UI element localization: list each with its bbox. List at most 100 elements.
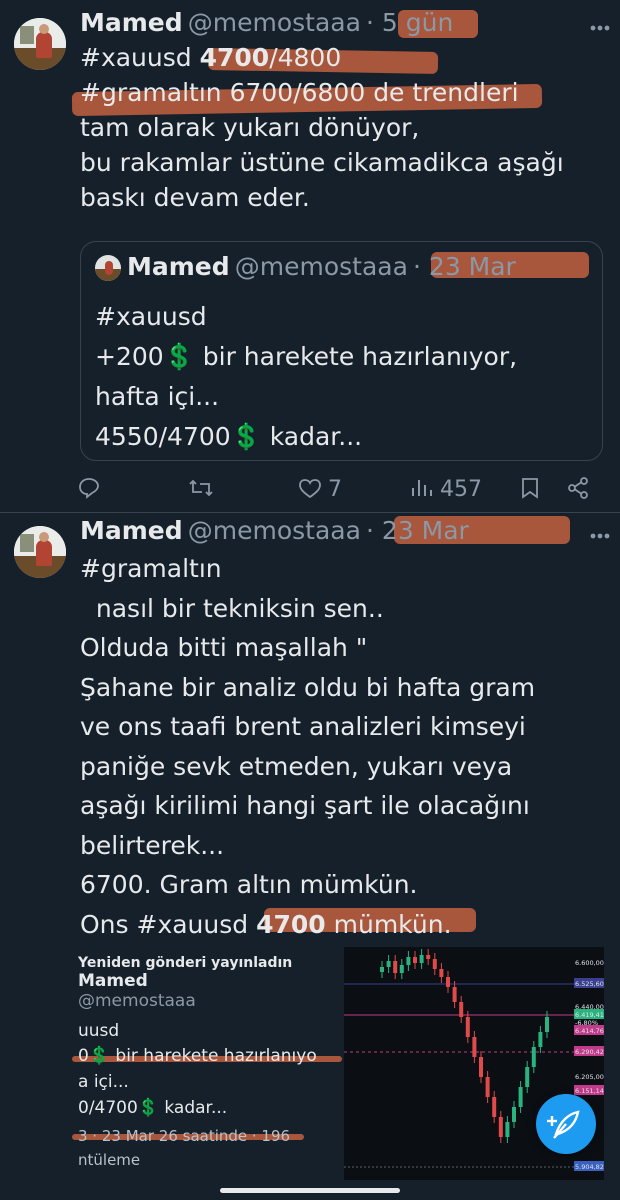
text-segment: 0 <box>78 1046 89 1066</box>
text-line: ve ons taafi brent analizleri kimseyi <box>80 712 526 741</box>
quote-text: #xauusd +200💲 bir harekete hazırlanıyor,… <box>95 297 517 457</box>
tweet-header: Mamed @memostaaa · 5 gün <box>80 8 453 37</box>
text-line: Olduda bitti maşallah " <box>80 633 368 662</box>
text-segment: +200 <box>95 342 164 371</box>
avatar <box>95 255 121 281</box>
candle <box>472 1037 477 1057</box>
price-label: 6.525,60 <box>575 980 604 988</box>
candles <box>380 949 549 1143</box>
text-segment: mümkün <box>325 909 444 939</box>
text-segment: 0/4700 <box>78 1098 138 1118</box>
highlight-number: 4700 <box>199 43 270 72</box>
candle <box>531 1047 536 1067</box>
text-segment: kadar... <box>261 422 363 451</box>
text-line: nasıl bir tekniksin sen.. <box>80 593 384 623</box>
candle <box>512 1107 516 1122</box>
text-line: hafta içi... <box>95 382 220 411</box>
candle <box>498 1117 503 1137</box>
like-icon[interactable] <box>299 479 321 499</box>
text-segment: kadar... <box>158 1098 228 1118</box>
price-label: 6.600,00 <box>575 959 604 967</box>
candle <box>465 1017 470 1037</box>
text-line: tam olarak yukarı dönüyor, <box>80 113 420 142</box>
repost-label: Yeniden gönderi yayınladın <box>78 955 293 971</box>
quote-time: · 23 Mar <box>413 252 516 281</box>
hashtag-link[interactable]: #gramaltın <box>80 549 535 589</box>
candle <box>439 969 444 977</box>
author-handle[interactable]: @memostaaa <box>188 8 361 37</box>
candle <box>419 955 424 963</box>
view-count: 457 <box>440 477 482 502</box>
price-label: 6.290,42 <box>575 1048 604 1056</box>
author-name[interactable]: Mamed <box>80 8 183 37</box>
embed-text-line: uusd <box>78 1021 120 1041</box>
candle <box>452 987 457 1002</box>
text-line: #xauusd <box>95 302 207 331</box>
more-options-icon[interactable] <box>590 526 610 546</box>
candle <box>399 965 404 973</box>
dollar-icon: 💲 <box>137 1098 159 1118</box>
candle <box>432 959 437 969</box>
text-segment: bir harekete hazırlanıyo <box>110 1046 317 1066</box>
author-handle[interactable]: @memostaaa <box>188 516 361 545</box>
dollar-icon: 💲 <box>163 342 195 371</box>
embed-timestamp: 3 · 23 Mar 26 saatinde · 196 <box>78 1127 291 1145</box>
text-segment: bir harekete hazırlanıyor, <box>194 342 518 371</box>
text-segment: Ons #xauusd <box>80 909 257 939</box>
quoted-tweet[interactable]: Mamed @memostaaa · 23 Mar #xauusd +200💲 … <box>80 241 603 461</box>
tweet-time[interactable]: · 5 gün <box>366 8 453 37</box>
price-label: 6.414,76 <box>575 1027 604 1035</box>
compose-post-button[interactable] <box>536 1094 596 1154</box>
views-icon[interactable] <box>410 478 432 498</box>
text-line: belirterek... <box>80 830 225 860</box>
avatar[interactable] <box>14 526 66 578</box>
text-segment: . <box>443 909 452 939</box>
bookmark-icon[interactable] <box>521 477 539 499</box>
price-label: 5.904,82 <box>575 1163 604 1171</box>
text-segment: 4550/4700 <box>95 422 231 451</box>
embed-author-handle: @memostaaa <box>78 991 196 1011</box>
home-indicator <box>220 1188 400 1193</box>
candle <box>459 1002 464 1017</box>
like-count: 7 <box>328 477 342 502</box>
share-icon[interactable] <box>567 477 589 499</box>
text-line: bu rakamlar üstüne cikamadikca aşağı <box>80 148 564 177</box>
candle <box>485 1077 490 1097</box>
candle <box>525 1067 530 1087</box>
repost-icon[interactable] <box>188 478 214 498</box>
candle <box>406 957 411 965</box>
price-label: 6.419,41 <box>575 1011 604 1019</box>
candle <box>538 1032 543 1047</box>
price-label: 6.205,00 <box>575 1073 604 1081</box>
embed-views-label: ntüleme <box>78 1151 141 1169</box>
feather-icon <box>547 1110 580 1139</box>
reply-icon[interactable] <box>78 477 100 499</box>
candle <box>380 967 384 972</box>
text-line: Şahane bir analiz oldu bi hafta gram <box>80 672 536 702</box>
dollar-icon: 💲 <box>88 1046 110 1066</box>
candle <box>426 955 431 959</box>
highlight-number: 4700 <box>256 909 326 939</box>
dollar-icon: 💲 <box>230 422 262 451</box>
candle <box>492 1097 497 1117</box>
text-line: #gramaltın 6700/6800 de trendleri <box>80 78 519 107</box>
candle <box>545 1017 549 1032</box>
hashtag-link[interactable]: #xauusd <box>80 43 200 72</box>
quote-author-handle: @memostaaa <box>234 252 408 281</box>
candle <box>393 961 398 973</box>
quote-author-name: Mamed <box>127 252 230 281</box>
avatar[interactable] <box>14 18 66 70</box>
more-options-icon[interactable] <box>590 18 610 38</box>
tweet-text: #xauusd 4700/4800 #gramaltın 6700/6800 d… <box>80 40 564 215</box>
text-line: aşağı kirilimi hangi şart ile olacağını <box>80 791 530 820</box>
candle <box>413 957 417 963</box>
text-line: baskı devam eder. <box>80 183 310 212</box>
tweet-text: #gramaltın nasıl bir tekniksin sen.. Old… <box>80 549 535 944</box>
text-line: 6700. Gram altın mümkün. <box>80 870 418 899</box>
author-name[interactable]: Mamed <box>80 516 183 545</box>
tweet-time[interactable]: · 23 Mar <box>366 516 469 545</box>
divider <box>0 512 620 513</box>
candle <box>446 977 450 987</box>
embed-text-line: a içi... <box>78 1072 129 1092</box>
text-segment: /4800 <box>269 43 342 72</box>
